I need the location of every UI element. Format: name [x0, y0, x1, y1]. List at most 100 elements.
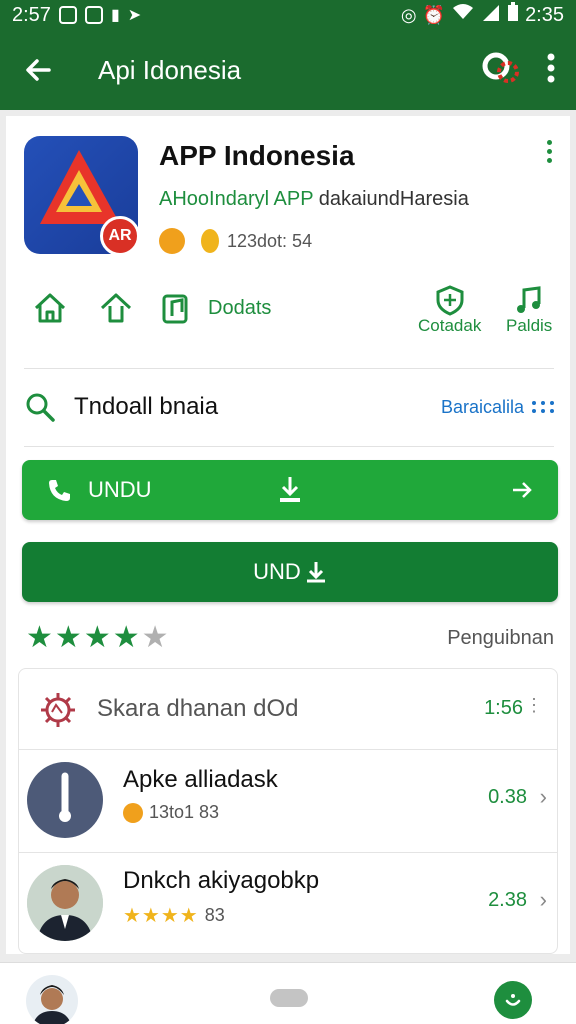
list-item-value: 1:56	[484, 697, 523, 719]
quick-action-label: Cotadak	[418, 316, 482, 335]
more-vert-icon	[546, 140, 552, 145]
app-icon: AR	[24, 136, 140, 256]
shield-icon	[436, 285, 464, 316]
person-photo	[26, 975, 78, 1024]
app-name: APP Indonesia	[159, 140, 355, 171]
search-link[interactable]: Baraicalila	[441, 397, 554, 418]
header-more-button[interactable]	[544, 140, 554, 163]
list-item[interactable]: Apke alliadask 13to1 83 0.38 ›	[19, 750, 557, 852]
app-meta-text: 123dot: 54	[227, 230, 313, 251]
status-bar: 2:57 ▮ ➤ ◎ ⏰ 2:35	[0, 0, 576, 30]
wifi-icon	[451, 3, 475, 27]
more-icon[interactable]: ⋮	[525, 695, 543, 716]
profile-avatar[interactable]	[26, 975, 78, 1024]
app-meta: 123dot: 54	[159, 228, 312, 254]
developer-subtitle: dakaiundHaresia	[313, 188, 469, 210]
age-rating-icon	[159, 228, 185, 254]
list-item-value: 2.38	[488, 889, 527, 911]
undu-download-button[interactable]: UND	[22, 542, 558, 602]
music-icon	[517, 286, 541, 313]
detail-list: Skara dhanan dOd 1:56 ⋮ Apke alliadask 1…	[18, 668, 558, 954]
list-item[interactable]: Dnkch akiyagobkp ★★★★ 83 2.38 ›	[19, 853, 557, 953]
assistant-button[interactable]	[494, 981, 532, 1019]
settings-gear-icon	[41, 693, 75, 727]
divider	[24, 446, 554, 447]
developer-link[interactable]: AHooIndaryl APP	[159, 188, 313, 210]
list-item-title: Apke alliadask	[123, 766, 278, 793]
list-item-title: Dnkch akiyagobkp	[123, 867, 320, 894]
primary-button-label: UNDU	[88, 477, 152, 502]
navigation-icon: ➤	[127, 7, 142, 24]
app-icon-badge: AR	[100, 216, 140, 256]
vibrate-icon: ◎	[400, 4, 417, 25]
smile-icon	[505, 994, 521, 1006]
chevron-right-icon: ›	[539, 887, 547, 912]
settings-button[interactable]	[480, 48, 520, 93]
divider	[24, 368, 554, 369]
more-vert-icon	[547, 53, 555, 82]
quick-action-upload[interactable]	[98, 290, 134, 326]
search-query: Tndoall bnaia	[74, 393, 219, 420]
apps-grid-icon	[532, 401, 554, 413]
download-icon	[280, 477, 300, 502]
list-item-title: Skara dhanan dOd	[97, 695, 299, 722]
app-bar: Api Idonesia	[0, 30, 576, 110]
bottom-bar	[0, 962, 576, 1024]
notification-icon	[84, 6, 103, 24]
arrow-back-icon	[26, 59, 51, 81]
alarm-icon: ⏰	[422, 4, 446, 25]
rating-label[interactable]: Penguibnan	[447, 627, 554, 650]
quick-action-label: Paldis	[506, 316, 553, 335]
chevron-right-icon: ›	[539, 784, 547, 809]
list-item-value: 0.38	[488, 786, 527, 808]
back-button[interactable]	[20, 52, 56, 88]
rating-row: ★ ★ ★ ★ ★ Penguibnan	[26, 622, 554, 654]
list-item[interactable]: Skara dhanan dOd 1:56 ⋮	[19, 669, 557, 749]
download-icon	[306, 562, 325, 583]
quick-action-paldis[interactable]: Paldis	[506, 284, 552, 336]
quick-action-label: Dodats	[208, 296, 272, 319]
list-item-sub: 13to1 83	[149, 802, 220, 822]
status-time-left: 2:57	[12, 3, 51, 26]
gear-icon	[482, 52, 519, 83]
search-icon	[26, 393, 55, 422]
phone-icon	[49, 480, 70, 501]
arrow-forward-icon	[513, 482, 532, 498]
battery-icon	[507, 2, 519, 28]
quick-actions: Dodats Cotadak Paldis	[24, 284, 554, 344]
home-handle[interactable]	[270, 989, 308, 1007]
app-bar-title: Api Idonesia	[98, 54, 242, 85]
developer-name[interactable]: AHooIndaryl APP dakaiundHaresia	[159, 188, 469, 211]
star-icon: ★	[26, 621, 53, 654]
avatar	[27, 865, 103, 941]
star-icon: ★	[83, 621, 111, 654]
star-icon: ★	[112, 621, 140, 654]
status-time-right: 2:35	[525, 3, 564, 26]
music-note-icon	[162, 294, 188, 324]
app-details-card: AR APP Indonesia AHooIndaryl APP dakaiun…	[6, 116, 570, 954]
overflow-menu-button[interactable]	[546, 52, 556, 89]
quick-action-dodats[interactable]: Dodats	[160, 290, 271, 326]
quick-action-cotadak[interactable]: Cotadak	[418, 284, 481, 336]
star-empty-icon: ★	[141, 621, 169, 654]
signal-icon	[481, 3, 501, 27]
list-item-sub: 83	[204, 905, 225, 925]
coin-icon	[201, 229, 219, 253]
quick-action-home[interactable]	[32, 290, 68, 326]
rating-stars: ★ ★ ★ ★ ★	[26, 623, 169, 653]
battery-saver-icon: ▮	[110, 7, 120, 24]
upload-icon	[100, 293, 132, 323]
avatar	[27, 762, 103, 838]
undu-call-button[interactable]: UNDU	[22, 460, 558, 520]
search-row[interactable]: Tndoall bnaia Baraicalila	[24, 384, 554, 430]
secondary-button-label: UND	[253, 559, 301, 584]
coin-icon	[123, 802, 143, 823]
home-icon	[34, 293, 66, 323]
star-rating-icon: ★★★★	[123, 905, 199, 927]
thermometer-icon	[59, 772, 71, 822]
notification-icon	[58, 6, 77, 24]
app-header: AR APP Indonesia AHooIndaryl APP dakaiun…	[24, 136, 554, 258]
star-icon: ★	[54, 621, 82, 654]
search-link-label: Baraicalila	[440, 396, 524, 417]
person-photo	[27, 865, 103, 941]
